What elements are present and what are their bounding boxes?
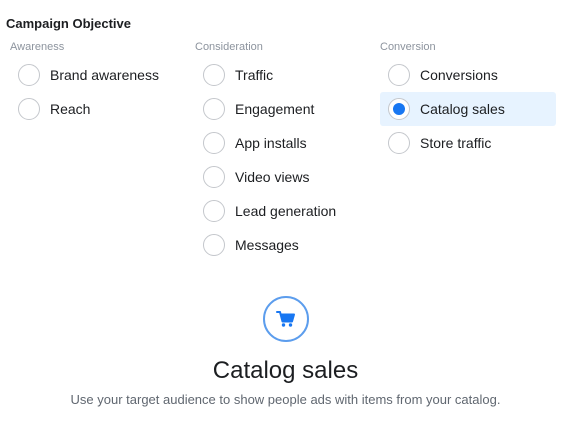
option-lead-generation[interactable]: Lead generation	[195, 194, 365, 228]
radio-conversions[interactable]	[388, 64, 410, 86]
option-label: Video views	[235, 169, 310, 185]
option-traffic[interactable]: Traffic	[195, 58, 365, 92]
column-conversion: Conversion Conversions Catalog sales Sto…	[380, 40, 556, 160]
option-catalog-sales[interactable]: Catalog sales	[380, 92, 556, 126]
option-video-views[interactable]: Video views	[195, 160, 365, 194]
option-store-traffic[interactable]: Store traffic	[380, 126, 556, 160]
column-consideration: Consideration Traffic Engagement App ins…	[195, 40, 365, 262]
objective-detail: Catalog sales Use your target audience t…	[0, 296, 571, 408]
option-label: Reach	[50, 101, 91, 117]
option-reach[interactable]: Reach	[10, 92, 180, 126]
radio-messages[interactable]	[203, 234, 225, 256]
option-engagement[interactable]: Engagement	[195, 92, 365, 126]
option-label: Engagement	[235, 101, 315, 117]
option-app-installs[interactable]: App installs	[195, 126, 365, 160]
campaign-objective-panel: Campaign Objective Awareness Brand aware…	[0, 0, 571, 433]
column-header-awareness: Awareness	[10, 41, 65, 53]
option-messages[interactable]: Messages	[195, 228, 365, 262]
radio-store-traffic[interactable]	[388, 132, 410, 154]
shopping-cart-icon	[262, 296, 309, 342]
radio-catalog-sales[interactable]	[388, 98, 410, 120]
option-conversions[interactable]: Conversions	[380, 58, 556, 92]
option-label: Conversions	[420, 67, 498, 83]
radio-selected-dot	[393, 103, 405, 115]
radio-video-views[interactable]	[203, 166, 225, 188]
radio-app-installs[interactable]	[203, 132, 225, 154]
radio-reach[interactable]	[18, 98, 40, 120]
radio-lead-generation[interactable]	[203, 200, 225, 222]
option-label: Lead generation	[235, 203, 337, 219]
option-label: Brand awareness	[50, 67, 159, 83]
column-header-conversion: Conversion	[380, 41, 436, 53]
column-header-consideration: Consideration	[195, 41, 263, 53]
objective-columns: Awareness Brand awareness Reach Consider…	[0, 40, 571, 270]
column-awareness: Awareness Brand awareness Reach	[10, 40, 180, 126]
option-brand-awareness[interactable]: Brand awareness	[10, 58, 180, 92]
radio-traffic[interactable]	[203, 64, 225, 86]
detail-description: Use your target audience to show people …	[70, 392, 501, 407]
option-label: Messages	[235, 237, 299, 253]
option-label: Store traffic	[420, 135, 492, 151]
section-title: Campaign Objective	[6, 16, 131, 31]
option-label: Traffic	[235, 67, 274, 83]
option-label: Catalog sales	[420, 101, 505, 117]
radio-brand-awareness[interactable]	[18, 64, 40, 86]
radio-engagement[interactable]	[203, 98, 225, 120]
detail-title: Catalog sales	[212, 357, 359, 384]
option-label: App installs	[235, 135, 307, 151]
